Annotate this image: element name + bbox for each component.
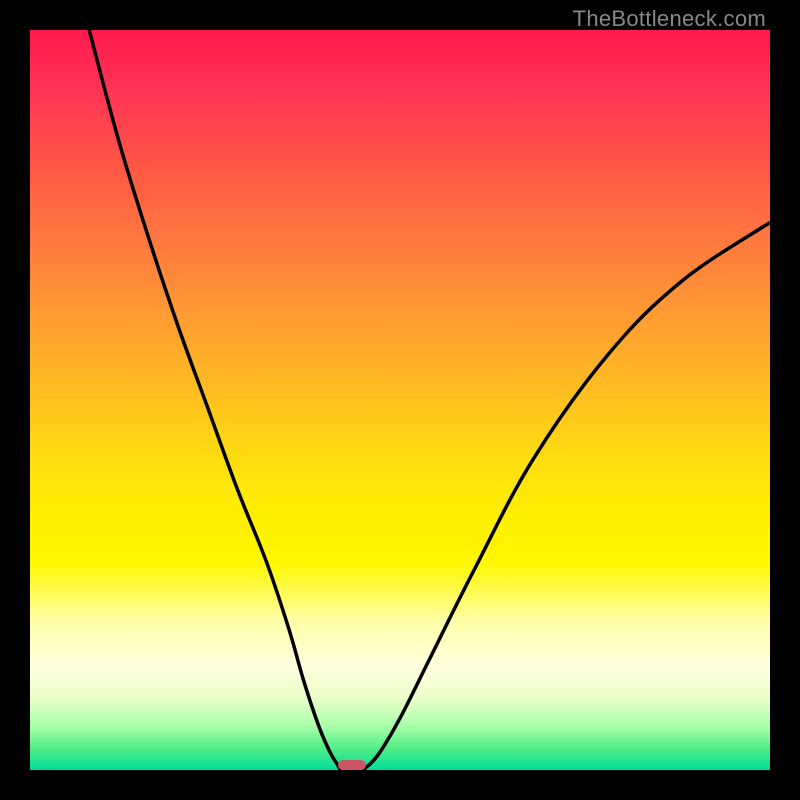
bottleneck-marker: [338, 760, 366, 770]
curves-svg: [30, 30, 770, 770]
watermark-text: TheBottleneck.com: [573, 6, 766, 32]
curve-left: [89, 30, 341, 770]
plot-area: [30, 30, 770, 770]
curve-right: [363, 222, 770, 770]
chart-frame: TheBottleneck.com: [0, 0, 800, 800]
